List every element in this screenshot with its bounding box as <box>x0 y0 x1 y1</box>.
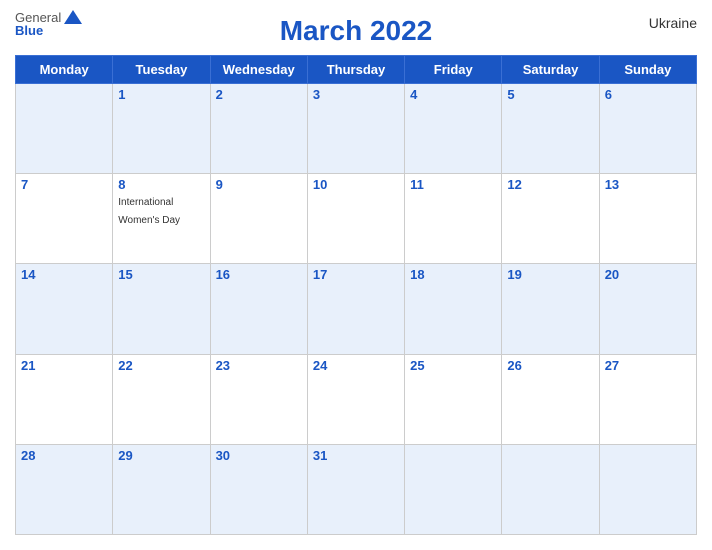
day-number: 13 <box>605 177 691 192</box>
logo-area: General Blue <box>15 10 82 37</box>
table-row: 11 <box>405 174 502 264</box>
day-number: 30 <box>216 448 302 463</box>
weekday-header-row: Monday Tuesday Wednesday Thursday Friday… <box>16 56 697 84</box>
table-row: 4 <box>405 84 502 174</box>
table-row: 6 <box>599 84 696 174</box>
week-row-1: 123456 <box>16 84 697 174</box>
country-label: Ukraine <box>649 15 697 31</box>
table-row: 20 <box>599 264 696 354</box>
day-number: 5 <box>507 87 593 102</box>
header-thursday: Thursday <box>307 56 404 84</box>
logo-icon <box>64 10 82 24</box>
page-title: March 2022 <box>280 15 433 47</box>
table-row: 18 <box>405 264 502 354</box>
table-row <box>599 444 696 534</box>
table-row <box>16 84 113 174</box>
day-number: 12 <box>507 177 593 192</box>
day-number: 21 <box>21 358 107 373</box>
calendar-table: Monday Tuesday Wednesday Thursday Friday… <box>15 55 697 535</box>
table-row: 24 <box>307 354 404 444</box>
day-number: 22 <box>118 358 204 373</box>
table-row: 26 <box>502 354 599 444</box>
day-number: 15 <box>118 267 204 282</box>
table-row: 22 <box>113 354 210 444</box>
table-row: 13 <box>599 174 696 264</box>
day-event: International Women's Day <box>118 197 180 226</box>
day-number: 4 <box>410 87 496 102</box>
day-number: 3 <box>313 87 399 102</box>
table-row: 10 <box>307 174 404 264</box>
day-number: 25 <box>410 358 496 373</box>
day-number: 26 <box>507 358 593 373</box>
day-number: 18 <box>410 267 496 282</box>
table-row: 17 <box>307 264 404 354</box>
table-row: 7 <box>16 174 113 264</box>
logo-blue: Blue <box>15 24 43 37</box>
table-row: 28 <box>16 444 113 534</box>
table-row: 30 <box>210 444 307 534</box>
header-saturday: Saturday <box>502 56 599 84</box>
day-number: 9 <box>216 177 302 192</box>
week-row-4: 21 22 23 24 25 26 27 <box>16 354 697 444</box>
table-row: 16 <box>210 264 307 354</box>
day-number: 10 <box>313 177 399 192</box>
table-row <box>405 444 502 534</box>
week-row-5: 28 29 30 31 <box>16 444 697 534</box>
day-number: 11 <box>410 177 496 192</box>
day-number: 24 <box>313 358 399 373</box>
calendar-wrapper: General Blue March 2022 Ukraine Monday T… <box>0 0 712 550</box>
logo-general: General <box>15 11 61 24</box>
table-row: 14 <box>16 264 113 354</box>
table-row: 21 <box>16 354 113 444</box>
day-number: 7 <box>21 177 107 192</box>
day-number: 23 <box>216 358 302 373</box>
table-row <box>502 444 599 534</box>
table-row: 27 <box>599 354 696 444</box>
table-row: 3 <box>307 84 404 174</box>
header-sunday: Sunday <box>599 56 696 84</box>
header-monday: Monday <box>16 56 113 84</box>
day-number: 1 <box>118 87 204 102</box>
day-number: 28 <box>21 448 107 463</box>
table-row: 2 <box>210 84 307 174</box>
table-row: 9 <box>210 174 307 264</box>
week-row-2: 78 International Women's Day 9 10 11 12 13 <box>16 174 697 264</box>
table-row: 31 <box>307 444 404 534</box>
header-friday: Friday <box>405 56 502 84</box>
day-number: 6 <box>605 87 691 102</box>
table-row: 29 <box>113 444 210 534</box>
table-row: 23 <box>210 354 307 444</box>
day-number: 17 <box>313 267 399 282</box>
day-number: 2 <box>216 87 302 102</box>
day-number: 31 <box>313 448 399 463</box>
day-number: 16 <box>216 267 302 282</box>
header-tuesday: Tuesday <box>113 56 210 84</box>
week-row-3: 14 15 16 17 18 19 20 <box>16 264 697 354</box>
calendar-header: General Blue March 2022 Ukraine <box>15 10 697 55</box>
day-number: 14 <box>21 267 107 282</box>
header-wednesday: Wednesday <box>210 56 307 84</box>
table-row: 8 International Women's Day <box>113 174 210 264</box>
table-row: 15 <box>113 264 210 354</box>
table-row: 1 <box>113 84 210 174</box>
table-row: 19 <box>502 264 599 354</box>
day-number: 29 <box>118 448 204 463</box>
table-row: 5 <box>502 84 599 174</box>
day-number: 20 <box>605 267 691 282</box>
day-number: 27 <box>605 358 691 373</box>
day-number: 8 <box>118 177 204 192</box>
day-number: 19 <box>507 267 593 282</box>
table-row: 12 <box>502 174 599 264</box>
table-row: 25 <box>405 354 502 444</box>
